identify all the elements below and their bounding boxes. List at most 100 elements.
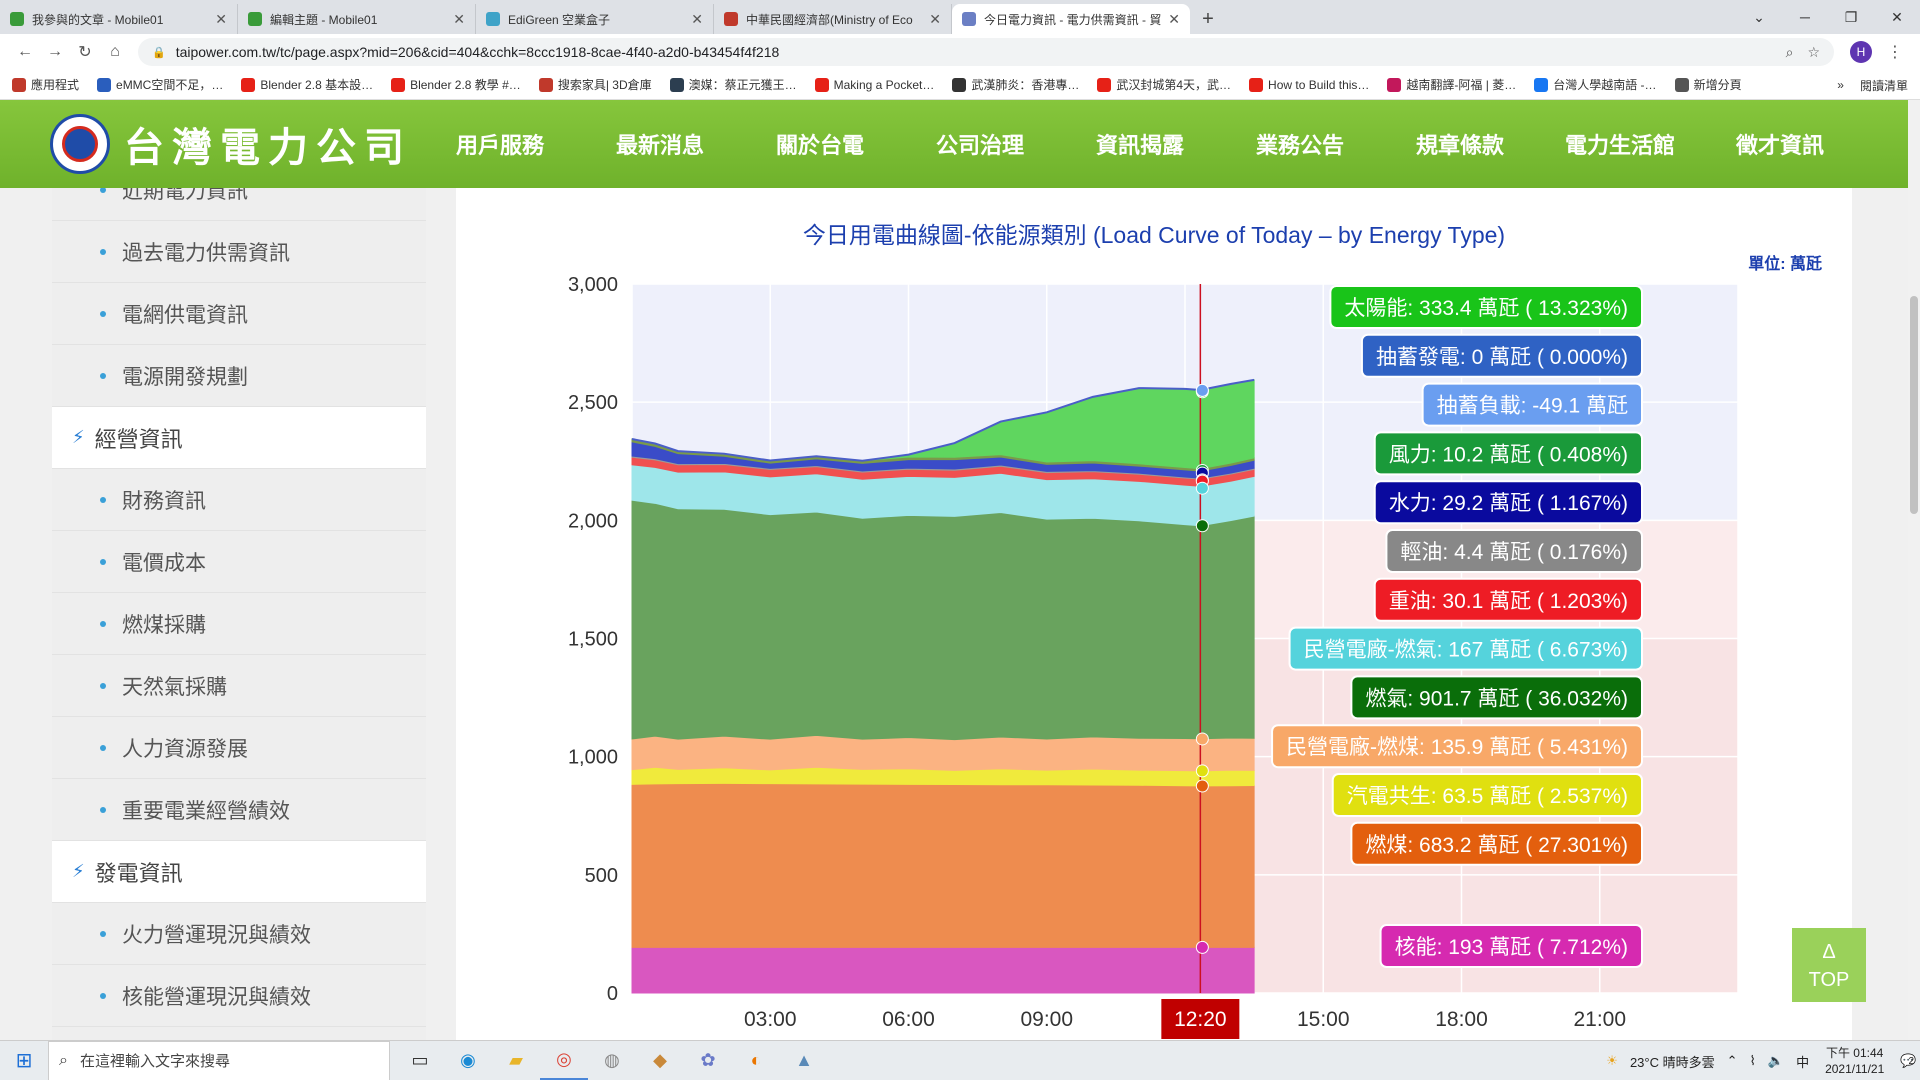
back-icon[interactable]: ← (10, 43, 40, 61)
sidebar-item[interactable]: 過去電力供需資訊 (52, 221, 426, 283)
sidebar-item[interactable]: 天然氣採購 (52, 655, 426, 717)
load-curve-chart[interactable]: 0 500 1,000 1,500 2,000 2,500 3,000 03:00 06:00 0… (456, 188, 1852, 1040)
bookmark-item[interactable]: Blender 2.8 教學 #… (391, 76, 521, 93)
reading-list-button[interactable]: 閱讀清單 (1860, 77, 1908, 94)
sidebar-item[interactable]: 燃煤採購 (52, 593, 426, 655)
bookmark-item[interactable]: 應用程式 (12, 76, 79, 93)
tab-search-icon[interactable]: ⌄ (1736, 9, 1782, 26)
main-nav-item[interactable]: 最新消息 (580, 100, 740, 188)
edge-icon[interactable]: ◉ (444, 1041, 492, 1080)
app-icon-1[interactable]: ◍ (588, 1041, 636, 1080)
tab-close-icon[interactable]: ✕ (1168, 11, 1180, 28)
windows-start-icon[interactable]: ⊞ (0, 1041, 48, 1080)
main-nav-item[interactable]: 用戶服務 (420, 100, 580, 188)
browser-tab[interactable]: 我參與的文章 - Mobile01 ✕ (0, 4, 238, 34)
task-view-icon[interactable]: ▭ (396, 1041, 444, 1080)
restore-icon[interactable]: ❐ (1828, 9, 1874, 26)
taskbar-search-input[interactable]: ⌕ 在這裡輸入文字來搜尋 (48, 1040, 390, 1080)
weather-icon[interactable]: ☀ (1606, 1053, 1618, 1069)
sidebar-label: 核能營運現況與績效 (122, 985, 311, 1009)
bookmark-item[interactable]: eMMC空間不足，… (97, 76, 223, 93)
sidebar-item[interactable]: 電網供電資訊 (52, 283, 426, 345)
tab-close-icon[interactable]: ✕ (215, 11, 227, 28)
main-nav-item[interactable]: 電力生活館 (1540, 100, 1700, 188)
sidebar-item[interactable]: 火力營運現況與績效 (52, 903, 426, 965)
reload-icon[interactable]: ↻ (70, 42, 100, 62)
sidebar-item[interactable]: 近期電力資訊 (52, 188, 426, 221)
main-nav-item[interactable]: 徵才資訊 (1700, 100, 1860, 188)
site-logo[interactable]: 台灣電力公司 (50, 114, 412, 174)
sidebar-item[interactable]: 電價成本 (52, 531, 426, 593)
home-icon[interactable]: ⌂ (100, 43, 130, 61)
browser-tab[interactable]: 中華民國經濟部(Ministry of Eco ✕ (714, 4, 952, 34)
sidebar-label: 天然氣採購 (122, 675, 227, 699)
profile-avatar[interactable]: H (1850, 41, 1872, 63)
weather-text[interactable]: 23°C 晴時多雲 (1630, 1052, 1715, 1071)
forward-icon[interactable]: → (40, 43, 70, 61)
bookmark-item[interactable]: Making a Pocket… (814, 77, 934, 92)
minimize-icon[interactable]: ─ (1782, 9, 1828, 25)
bookmark-label: 新增分頁 (1693, 78, 1742, 92)
y-tick-label: 2,500 (568, 392, 618, 414)
bookmark-item[interactable]: 新增分頁 (1674, 76, 1742, 93)
bookmark-item[interactable]: 搜索家具| 3D倉庫 (538, 76, 652, 93)
page-scrollbar[interactable] (1908, 100, 1920, 1040)
bookmark-item[interactable]: How to Build this… (1249, 77, 1369, 92)
tray-chevron-icon[interactable]: ⌃ (1727, 1053, 1738, 1069)
volume-icon[interactable]: 🔈 (1768, 1053, 1784, 1069)
browser-tab[interactable]: EdiGreen 空業盒子 ✕ (476, 4, 714, 34)
browser-tab[interactable]: 編輯主題 - Mobile01 ✕ (238, 4, 476, 34)
url-input[interactable]: 🔒 taipower.com.tw/tc/page.aspx?mid=206&c… (138, 38, 1834, 66)
sidebar-label: 近期電力資訊 (122, 188, 248, 203)
bookmark-item[interactable]: Blender 2.8 基本設… (241, 76, 373, 93)
current-time-label: 12:20 (1174, 1008, 1227, 1031)
back-to-top-button[interactable]: Δ TOP (1792, 928, 1866, 1002)
main-nav-item[interactable]: 關於台電 (740, 100, 900, 188)
sidebar-item[interactable]: 電源開發規劃 (52, 345, 426, 407)
menu-icon[interactable]: ⋮ (1880, 42, 1910, 62)
tab-title: 編輯主題 - Mobile01 (270, 12, 378, 27)
chrome-icon[interactable]: ◎ (540, 1041, 588, 1080)
main-nav-item[interactable]: 規章條款 (1380, 100, 1540, 188)
sidebar-item[interactable]: 財務資訊 (52, 469, 426, 531)
app-icon-2[interactable]: ◆ (636, 1041, 684, 1080)
app-icon-4[interactable]: ▲ (780, 1041, 828, 1080)
lock-icon[interactable]: 🔒 (152, 46, 166, 59)
main-nav-item[interactable]: 資訊揭露 (1060, 100, 1220, 202)
new-tab-button[interactable]: + (1190, 4, 1226, 34)
file-explorer-icon[interactable]: ▰ (492, 1041, 540, 1080)
close-window-icon[interactable]: ✕ (1874, 9, 1920, 26)
network-icon[interactable]: ⌇ (1750, 1053, 1756, 1069)
blender-icon[interactable]: ◐ (732, 1041, 780, 1080)
sidebar-item[interactable]: 重要電業經營績效 (52, 779, 426, 841)
x-tick-label: 15:00 (1297, 1008, 1350, 1031)
series-point (1195, 732, 1209, 746)
browser-tab[interactable]: 今日電力資訊 - 電力供需資訊 - 貿 ✕ (952, 4, 1190, 34)
bookmark-item[interactable]: 武汉封城第4天，武… (1097, 76, 1231, 93)
main-nav-item[interactable]: 公司治理 (900, 100, 1060, 188)
sidebar-item[interactable]: 核能營運現況與績效 (52, 965, 426, 1027)
sidebar-group[interactable]: ⚡ 發電資訊 (52, 841, 426, 903)
bookmarks-more-button[interactable]: » (1837, 78, 1844, 92)
bookmark-item[interactable]: 澳媒：蔡正元獲王… (669, 76, 797, 93)
bookmark-star-icon[interactable]: ☆ (1807, 44, 1820, 61)
bookmark-favicon-icon (241, 77, 256, 92)
bookmark-item[interactable]: 越南翻譯-阿福 | 菱… (1387, 76, 1516, 93)
sidebar-item[interactable]: 人力資源發展 (52, 717, 426, 779)
tab-close-icon[interactable]: ✕ (929, 11, 941, 28)
main-content: 今日用電曲線圖-依能源類別 (Load Curve of Today – by … (456, 188, 1852, 1040)
bookmark-item[interactable]: 武漢肺炎：香港專… (952, 76, 1079, 93)
tooltip-label: 民營電廠-燃氣: 167 萬瓩 ( 6.673%) (1304, 639, 1628, 662)
app-icon-3[interactable]: ✿ (684, 1041, 732, 1080)
tab-close-icon[interactable]: ✕ (691, 11, 703, 28)
taskbar-clock[interactable]: 下午 01:44 2021/11/21 (1825, 1045, 1884, 1077)
ime-indicator[interactable]: 中 (1796, 1052, 1809, 1071)
bookmark-item[interactable]: 台灣人學越南語 -… (1534, 76, 1657, 93)
sidebar-label: 財務資訊 (122, 489, 206, 513)
top-arrow-icon: Δ (1822, 941, 1836, 963)
zoom-icon[interactable]: ⌕ (1786, 44, 1794, 61)
scrollbar-thumb[interactable] (1910, 296, 1918, 514)
main-nav-item[interactable]: 業務公告 (1220, 100, 1380, 188)
tab-close-icon[interactable]: ✕ (453, 11, 465, 28)
sidebar-group[interactable]: ⚡ 經營資訊 (52, 407, 426, 469)
